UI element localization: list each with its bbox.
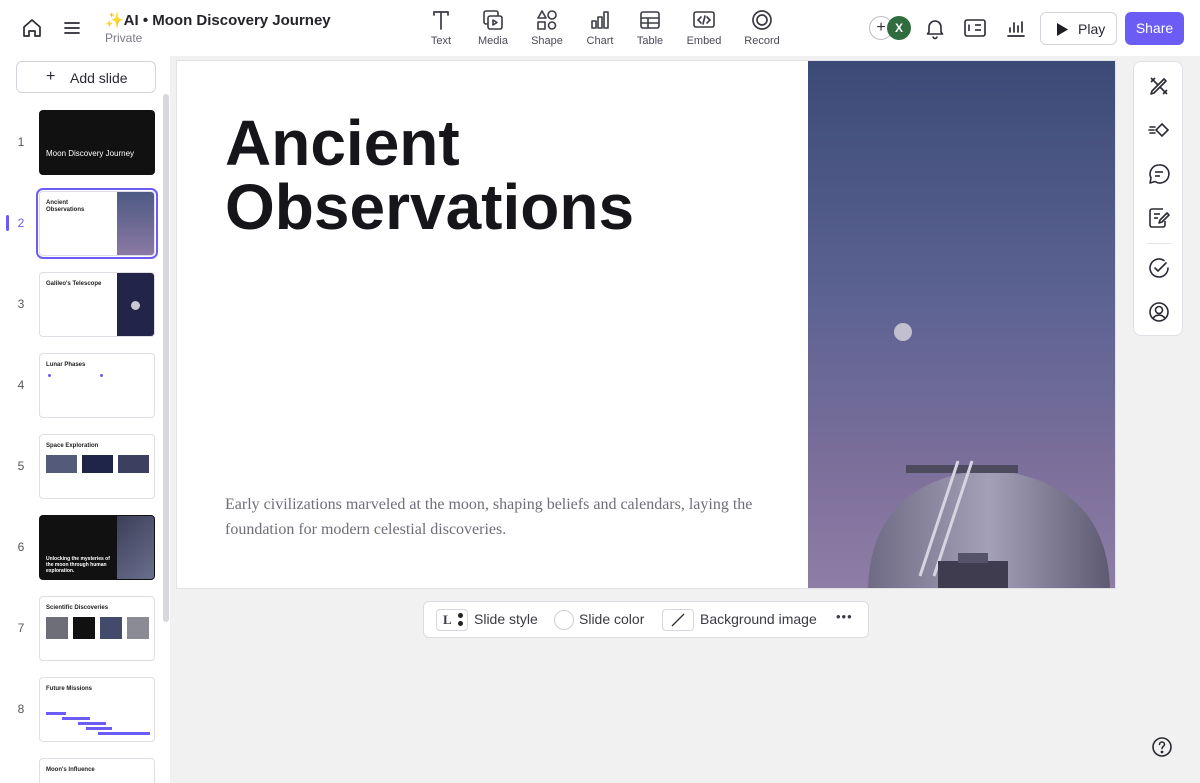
bell-icon[interactable] <box>923 16 947 40</box>
slide-thumbnail-8[interactable]: Future Missions <box>39 677 155 742</box>
animation-icon[interactable] <box>1147 118 1171 142</box>
add-slide-button[interactable]: + Add slide <box>16 61 156 93</box>
plus-icon: + <box>46 68 56 85</box>
slide-title-line-1: Ancient <box>225 107 460 179</box>
play-icon <box>1057 23 1068 36</box>
slide-style-button[interactable]: Slide style <box>474 611 538 627</box>
profile-icon[interactable] <box>1147 300 1171 324</box>
thumbnail-title: Moon's Influence <box>46 767 95 773</box>
slide-color-button[interactable]: Slide color <box>579 611 644 627</box>
slide-number: 3 <box>17 297 25 311</box>
chart-icon <box>591 11 609 29</box>
thumbnail-title: Lunar Phases <box>46 362 86 368</box>
table-tool[interactable]: Table <box>620 8 680 52</box>
slide-body-text[interactable]: Early civilizations marveled at the moon… <box>225 492 765 542</box>
text-tool-label: Text <box>430 35 452 47</box>
media-icon <box>483 10 503 30</box>
slide-toolbar: L Slide style Slide color Background ima… <box>423 601 869 638</box>
slide-title-line-2: Observations <box>225 171 635 243</box>
media-tool[interactable]: Media <box>463 8 523 52</box>
shape-icon <box>537 10 557 30</box>
notes-icon[interactable] <box>963 16 987 40</box>
document-title[interactable]: ✨AI • Moon Discovery Journey <box>105 11 331 29</box>
slide-number: 6 <box>17 540 25 554</box>
table-icon <box>640 11 660 29</box>
thumbnail-title: Moon Discovery Journey <box>46 149 135 158</box>
shape-tool-label: Shape <box>531 35 563 47</box>
thumbnail-title: Space Exploration <box>46 443 99 449</box>
thumbnail-image <box>117 516 154 579</box>
thumbnail-title: Galileo's Telescope <box>46 281 102 287</box>
play-button[interactable]: Play <box>1040 12 1117 45</box>
embed-tool-label: Embed <box>686 35 722 47</box>
thumbnail-title: Unlocking the mysteries of the moon thro… <box>46 556 110 574</box>
record-icon <box>752 10 772 30</box>
media-tool-label: Media <box>478 35 508 47</box>
slide-thumbnail-1[interactable]: Moon Discovery Journey <box>39 110 155 175</box>
record-tool-label: Record <box>744 35 780 47</box>
slide-number: 4 <box>17 378 25 392</box>
top-bar: ✨AI • Moon Discovery Journey Private Tex… <box>0 0 1200 56</box>
slide-number: 7 <box>17 621 25 635</box>
slide-panel-scrollbar[interactable] <box>163 94 169 622</box>
share-button[interactable]: Share <box>1125 12 1184 45</box>
more-options-icon[interactable]: ••• <box>836 609 853 624</box>
slide-title[interactable]: Ancient Observations <box>225 111 785 239</box>
add-slide-label: Add slide <box>70 70 128 86</box>
slide-color-icon[interactable] <box>554 610 574 630</box>
divider <box>1147 243 1171 244</box>
design-tools-icon[interactable] <box>1147 74 1171 98</box>
document-visibility[interactable]: Private <box>105 31 142 45</box>
right-rail <box>1133 61 1183 336</box>
slide-number: 1 <box>17 135 25 149</box>
thumbnail-image <box>117 192 154 255</box>
table-tool-label: Table <box>636 35 664 47</box>
text-tool[interactable]: Text <box>411 8 471 52</box>
thumbnail-title: Ancient Observations <box>46 200 85 213</box>
slide-thumbnail-9[interactable]: Moon's Influence <box>39 758 155 783</box>
text-icon <box>433 11 449 30</box>
play-label: Play <box>1078 21 1106 37</box>
background-image-button[interactable]: Background image <box>700 611 817 627</box>
checkmark-icon[interactable] <box>1147 256 1171 280</box>
embed-icon <box>693 11 715 28</box>
slide-number: 5 <box>17 459 25 473</box>
slide-thumbnail-4[interactable]: Lunar Phases <box>39 353 155 418</box>
slide-number: 8 <box>17 702 25 716</box>
comments-icon[interactable] <box>1147 162 1171 186</box>
home-icon[interactable] <box>20 16 44 40</box>
avatar[interactable]: X <box>887 16 911 40</box>
active-slide-indicator <box>6 215 9 231</box>
thumbnail-title: Scientific Discoveries <box>46 605 109 611</box>
slide-style-icon[interactable]: L <box>436 609 468 631</box>
slide-thumbnail-2[interactable]: Ancient Observations <box>36 188 158 259</box>
record-tool[interactable]: Record <box>732 8 792 52</box>
slide-thumbnail-5[interactable]: Space Exploration <box>39 434 155 499</box>
speaker-notes-icon[interactable] <box>1147 206 1171 230</box>
thumbnail-image <box>117 273 154 336</box>
observatory-photo[interactable] <box>808 61 1116 589</box>
shape-tool[interactable]: Shape <box>517 8 577 52</box>
slide-thumbnail-3[interactable]: Galileo's Telescope <box>39 272 155 337</box>
slide-panel: + Add slide 1 Moon Discovery Journey 2 A… <box>0 56 170 783</box>
embed-tool[interactable]: Embed <box>674 8 734 52</box>
background-image-icon[interactable] <box>662 609 694 631</box>
thumbnail-title: Future Missions <box>46 686 93 692</box>
help-icon[interactable] <box>1150 735 1174 759</box>
analytics-icon[interactable] <box>1004 16 1028 40</box>
menu-icon[interactable] <box>61 17 83 39</box>
slide-thumbnail-7[interactable]: Scientific Discoveries <box>39 596 155 661</box>
slide-number: 2 <box>17 216 25 230</box>
slide-thumbnail-6[interactable]: Unlocking the mysteries of the moon thro… <box>39 515 155 580</box>
slide-canvas[interactable]: Ancient Observations Early civilizations… <box>176 60 1116 589</box>
